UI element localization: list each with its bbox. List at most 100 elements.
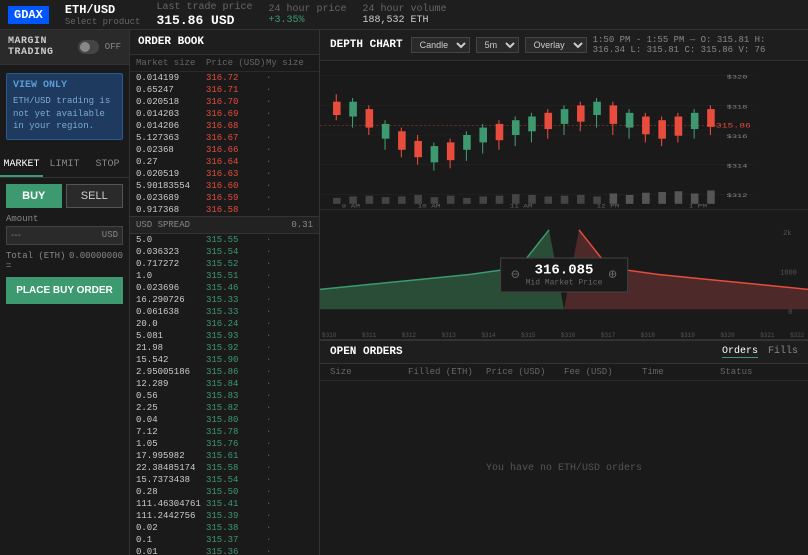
last-trade-value: 315.86 USD bbox=[156, 13, 252, 28]
order-book-ask-row: 0.014203316.69· bbox=[130, 108, 319, 120]
change-value: +3.35% bbox=[268, 15, 346, 26]
mid-price-right-icon: ⊕ bbox=[608, 266, 616, 283]
amount-label: Amount bbox=[6, 214, 123, 224]
svg-text:$313: $313 bbox=[442, 332, 457, 339]
order-book-ask-row: 0.014206316.68· bbox=[130, 120, 319, 132]
svg-text:$318: $318 bbox=[727, 104, 748, 110]
order-book-bid-row: 0.01315.36· bbox=[130, 546, 319, 555]
volume-stat: 24 hour volume 188,532 ETH bbox=[362, 4, 446, 26]
order-book-bid-row: 0.061638315.33· bbox=[130, 306, 319, 318]
open-orders-panel: OPEN ORDERS Orders Fills Size Filled (ET… bbox=[320, 340, 808, 555]
svg-text:$321: $321 bbox=[760, 332, 775, 339]
order-book-title: ORDER BOOK bbox=[130, 30, 319, 55]
orders-tabs: Orders Fills bbox=[722, 346, 798, 358]
tab-limit[interactable]: LIMIT bbox=[43, 154, 86, 177]
overlay-select[interactable]: Overlay bbox=[525, 37, 587, 53]
open-orders-header: OPEN ORDERS Orders Fills bbox=[320, 341, 808, 364]
order-book-bid-row: 20.0316.24· bbox=[130, 318, 319, 330]
volume-value: 188,532 ETH bbox=[362, 15, 446, 26]
amount-group: Amount USD bbox=[0, 214, 129, 249]
svg-text:$317: $317 bbox=[601, 332, 616, 339]
margin-trading-bar: MARGIN TRADING OFF bbox=[0, 30, 129, 65]
buy-sell-row: BUY SELL bbox=[0, 178, 129, 214]
order-book-bid-row: 12.289315.84· bbox=[130, 378, 319, 390]
svg-text:315.86: 315.86 bbox=[716, 122, 751, 130]
chart-info: 1:50 PM - 1:55 PM — O: 315.81 H: 316.34 … bbox=[593, 35, 798, 55]
order-book-bid-row: 0.04315.80· bbox=[130, 414, 319, 426]
change-label: 24 hour price bbox=[268, 4, 346, 15]
buy-button[interactable]: BUY bbox=[6, 184, 62, 208]
order-book-bid-row: 1.0315.51· bbox=[130, 270, 319, 282]
toggle-off-label: OFF bbox=[105, 42, 121, 52]
tab-fills[interactable]: Fills bbox=[768, 346, 798, 358]
spread-value: 0.31 bbox=[291, 220, 313, 230]
order-book-bid-row: 2.25315.82· bbox=[130, 402, 319, 414]
svg-text:$319: $319 bbox=[681, 332, 696, 339]
col-fee: Fee (USD) bbox=[564, 367, 642, 377]
amount-input-wrapper: USD bbox=[6, 226, 123, 245]
interval-select[interactable]: 5m bbox=[476, 37, 519, 53]
col-filled: Filled (ETH) bbox=[408, 367, 486, 377]
candle-select[interactable]: Candle bbox=[411, 37, 470, 53]
svg-text:$312: $312 bbox=[402, 332, 417, 339]
order-book-bid-row: 0.56315.83· bbox=[130, 390, 319, 402]
svg-text:$316: $316 bbox=[727, 134, 748, 140]
order-book-bid-row: 0.023696315.46· bbox=[130, 282, 319, 294]
view-only-box: VIEW ONLY ETH/USD trading is not yet ava… bbox=[6, 73, 123, 140]
chart-controls: Candle 5m Overlay 1:50 PM - 1:55 PM — O:… bbox=[411, 35, 798, 55]
svg-text:$316: $316 bbox=[561, 332, 576, 339]
order-book-ask-row: 5.90183554316.60· bbox=[130, 180, 319, 192]
col-price: Price (USD) bbox=[486, 367, 564, 377]
order-book-bid-row: 21.98315.92· bbox=[130, 342, 319, 354]
order-book-bid-row: 5.0315.55· bbox=[130, 234, 319, 246]
order-book-bid-row: 17.995982315.61· bbox=[130, 450, 319, 462]
trading-pair: ETH/USD bbox=[65, 3, 141, 17]
svg-text:$311: $311 bbox=[362, 332, 377, 339]
order-book-bid-row: 0.28315.50· bbox=[130, 486, 319, 498]
top-bar: GDAX ETH/USD Select product Last trade p… bbox=[0, 0, 808, 30]
order-book-ask-row: 5.127363316.67· bbox=[130, 132, 319, 144]
svg-text:$320: $320 bbox=[727, 75, 748, 81]
svg-text:$310: $310 bbox=[322, 332, 337, 339]
order-book-bid-row: 16.290726315.33· bbox=[130, 294, 319, 306]
svg-text:0: 0 bbox=[788, 309, 792, 317]
logo[interactable]: GDAX bbox=[8, 6, 49, 24]
pair-info[interactable]: ETH/USD Select product bbox=[65, 3, 141, 27]
order-book-ask-row: 0.020519316.63· bbox=[130, 168, 319, 180]
order-book-bid-row: 0.02315.38· bbox=[130, 522, 319, 534]
last-trade-stat: Last trade price 315.86 USD bbox=[156, 2, 252, 28]
col-time: Time bbox=[642, 367, 720, 377]
tab-stop[interactable]: STOP bbox=[86, 154, 129, 177]
svg-text:$318: $318 bbox=[641, 332, 656, 339]
order-book-bid-row: 0.036323315.54· bbox=[130, 246, 319, 258]
col-price: Price (USD) bbox=[206, 58, 266, 68]
tab-market[interactable]: MARKET bbox=[0, 154, 43, 177]
margin-label: MARGIN TRADING bbox=[8, 36, 72, 58]
amount-input[interactable] bbox=[11, 230, 71, 241]
order-book-bid-row: 0.1315.37· bbox=[130, 534, 319, 546]
svg-text:$314: $314 bbox=[727, 164, 748, 170]
svg-text:$320: $320 bbox=[720, 332, 735, 339]
order-book-bid-row: 15.542315.90· bbox=[130, 354, 319, 366]
mid-price-label: Mid Market Price bbox=[526, 278, 603, 287]
tab-orders[interactable]: Orders bbox=[722, 346, 758, 358]
order-book-headers: Market size Price (USD) My size bbox=[130, 55, 319, 72]
left-panel: MARGIN TRADING OFF VIEW ONLY ETH/USD tra… bbox=[0, 30, 130, 555]
spread-label: USD SPREAD bbox=[136, 220, 190, 230]
depth-chart-area: DEPTH CHART Candle 5m Overlay 1:50 PM - … bbox=[320, 30, 808, 340]
sell-button[interactable]: SELL bbox=[66, 184, 124, 208]
toggle-knob bbox=[80, 42, 90, 52]
last-trade-label: Last trade price bbox=[156, 2, 252, 13]
order-book-panel: ORDER BOOK Market size Price (USD) My si… bbox=[130, 30, 320, 555]
order-book-ask-row: 0.27316.64· bbox=[130, 156, 319, 168]
order-book-bid-row: 5.081315.93· bbox=[130, 330, 319, 342]
margin-toggle[interactable] bbox=[78, 40, 99, 54]
order-book-ask-row: 0.014199316.72· bbox=[130, 72, 319, 84]
total-row: Total (ETH) = 0.00000000 bbox=[0, 249, 129, 277]
bid-rows: 5.0315.55·0.036323315.54·0.717272315.52·… bbox=[130, 234, 319, 555]
order-book-bid-row: 0.717272315.52· bbox=[130, 258, 319, 270]
chart-header: DEPTH CHART Candle 5m Overlay 1:50 PM - … bbox=[320, 30, 808, 61]
ask-rows: 0.014199316.72·0.65247316.71·0.020518316… bbox=[130, 72, 319, 216]
place-order-button[interactable]: PLACE BUY ORDER bbox=[6, 277, 123, 304]
depth-chart-section: $310 $311 $312 $313 $314 $315 $316 $317 … bbox=[320, 209, 808, 339]
